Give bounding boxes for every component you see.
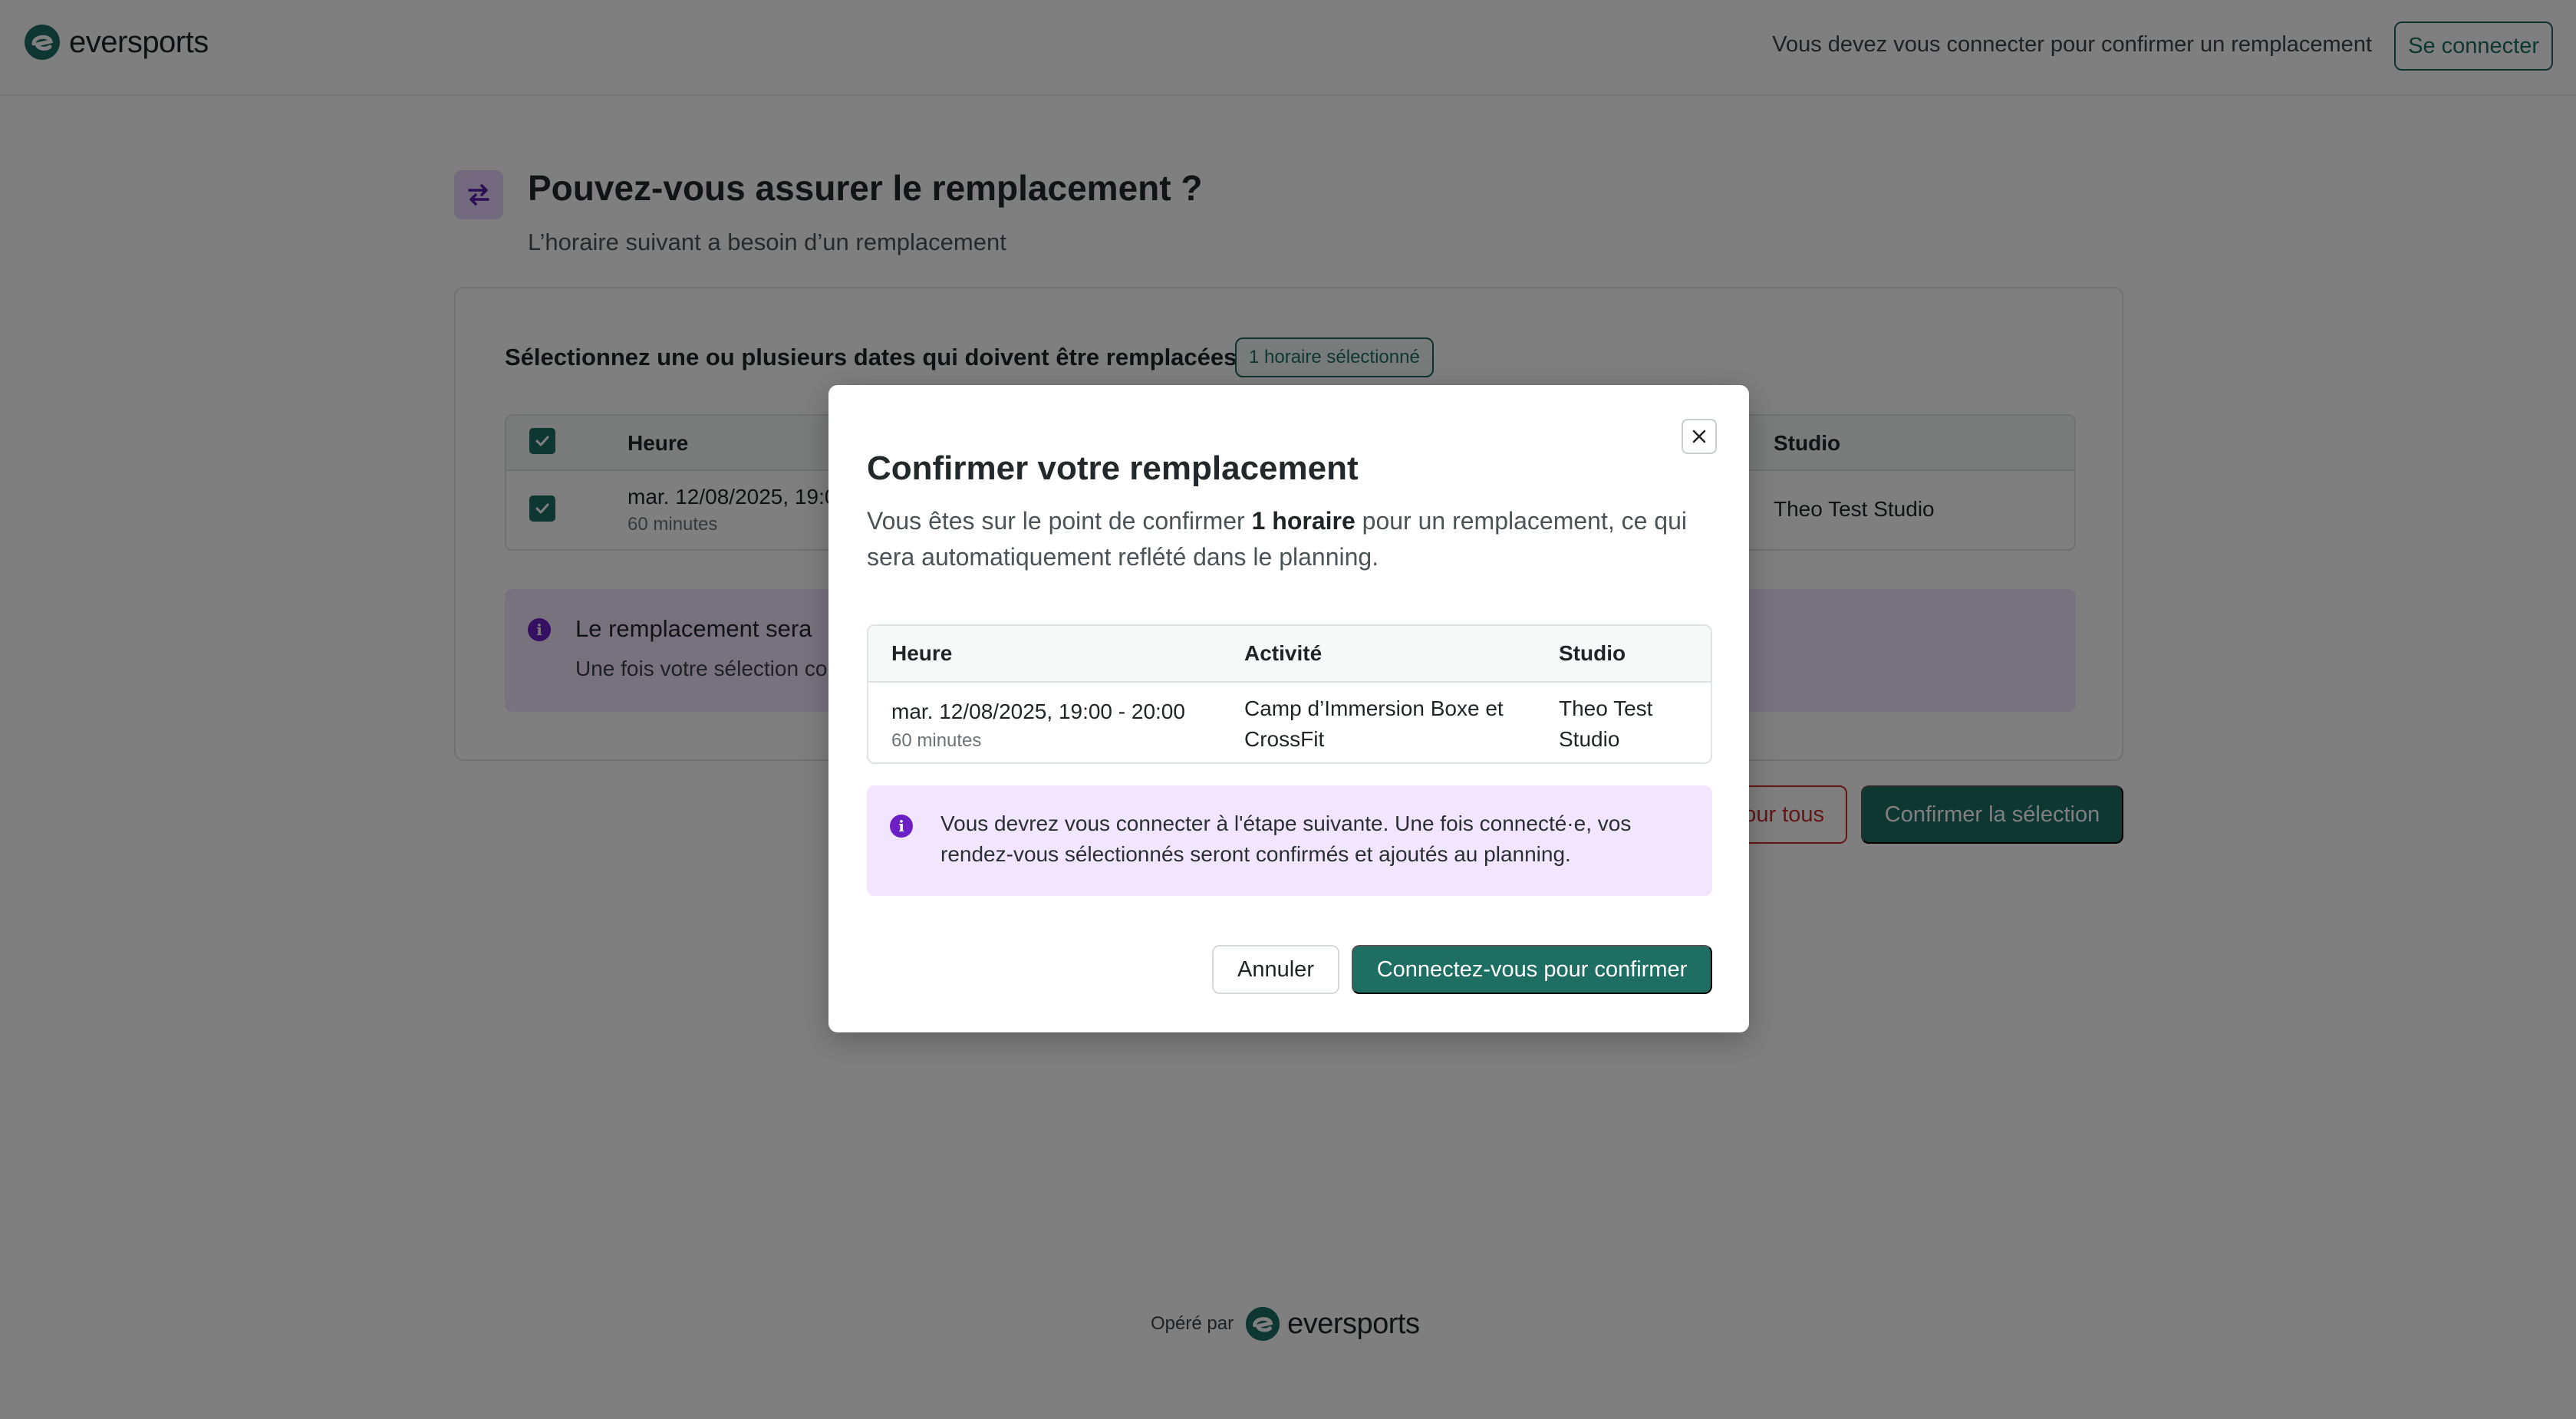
- modal-row-studio-line1: Theo Test: [1559, 696, 1653, 720]
- modal-title: Confirmer votre remplacement: [867, 449, 1359, 487]
- confirm-modal: Confirmer votre remplacement Vous êtes s…: [828, 385, 1749, 1032]
- modal-row-activity-line1: Camp d’Immersion Boxe et: [1244, 696, 1504, 720]
- modal-column-studio: Studio: [1559, 641, 1626, 665]
- modal-description-count: 1 horaire: [1251, 507, 1356, 535]
- close-button[interactable]: [1682, 419, 1717, 454]
- modal-row-activity-line2: CrossFit: [1244, 727, 1325, 751]
- login-info-text: Vous devrez vous connecter à l'étape sui…: [940, 812, 1632, 866]
- login-to-confirm-button[interactable]: Connectez-vous pour confirmer: [1352, 945, 1712, 994]
- modal-description-start: Vous êtes sur le point de confirmer: [867, 507, 1252, 535]
- modal-column-activity: Activité: [1244, 641, 1323, 665]
- modal-row-studio-line2: Studio: [1559, 727, 1620, 751]
- modal-description: Vous êtes sur le point de confirmer 1 ho…: [867, 503, 1718, 575]
- cancel-button[interactable]: Annuler: [1212, 945, 1339, 994]
- modal-row-time: mar. 12/08/2025, 19:00 - 20:00: [891, 700, 1185, 723]
- table-row: mar. 12/08/2025, 19:00 - 20:00 60 minute…: [868, 683, 1711, 762]
- modal-row-duration: 60 minutes: [891, 730, 982, 751]
- close-icon: [1692, 430, 1706, 443]
- info-icon: i: [890, 815, 913, 838]
- modal-table-header: Heure Activité Studio: [868, 626, 1711, 683]
- modal-schedule-table: Heure Activité Studio mar. 12/08/2025, 1…: [867, 624, 1712, 764]
- modal-column-time: Heure: [891, 641, 953, 665]
- login-info-banner: i Vous devrez vous connecter à l'étape s…: [867, 785, 1712, 896]
